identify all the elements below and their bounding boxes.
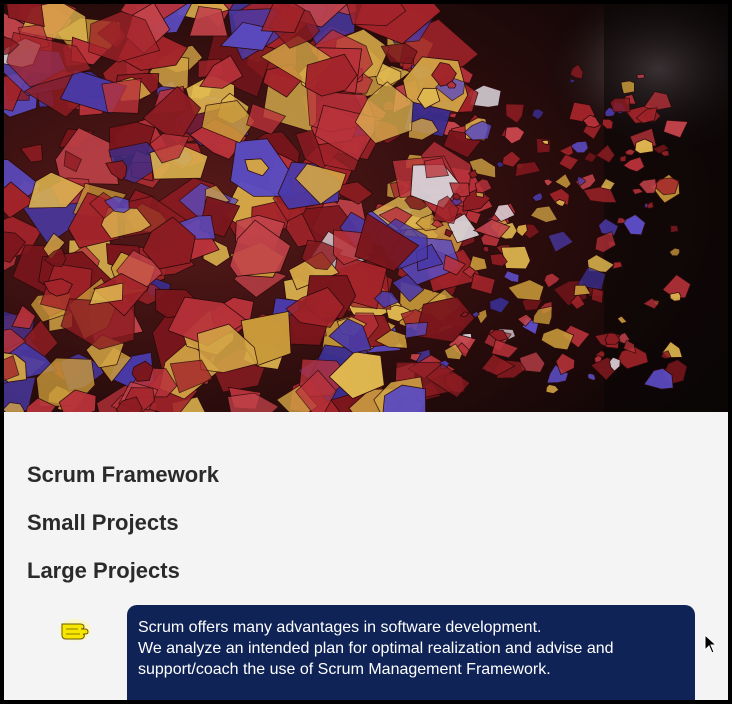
- shattered-fragments-image: [4, 4, 728, 412]
- info-line-3: support/coach the use of Scrum Managemen…: [138, 661, 551, 678]
- mouse-cursor-icon: [704, 633, 718, 654]
- fragment-shape: [620, 80, 635, 95]
- nav-small-projects[interactable]: Small Projects: [27, 510, 179, 536]
- info-line-2: We analyze an intended plan for optimal …: [138, 640, 614, 657]
- nav-large-projects[interactable]: Large Projects: [27, 558, 180, 584]
- page-frame: Scrum Framework Small Projects Large Pro…: [4, 4, 728, 700]
- fragment-shape: [500, 245, 531, 270]
- info-box: Scrum offers many advantages in software…: [127, 605, 695, 700]
- fragment-shape: [670, 225, 679, 234]
- content-area: Scrum Framework Small Projects Large Pro…: [4, 412, 728, 700]
- hand-pointer-icon: [56, 610, 94, 648]
- info-line-1: Scrum offers many advantages in software…: [138, 619, 542, 636]
- nav-scrum-framework[interactable]: Scrum Framework: [27, 462, 219, 488]
- fragment-shape: [636, 73, 646, 80]
- fragment-shape: [101, 78, 142, 114]
- hero-image: [4, 4, 728, 412]
- fragment-shape: [609, 97, 631, 113]
